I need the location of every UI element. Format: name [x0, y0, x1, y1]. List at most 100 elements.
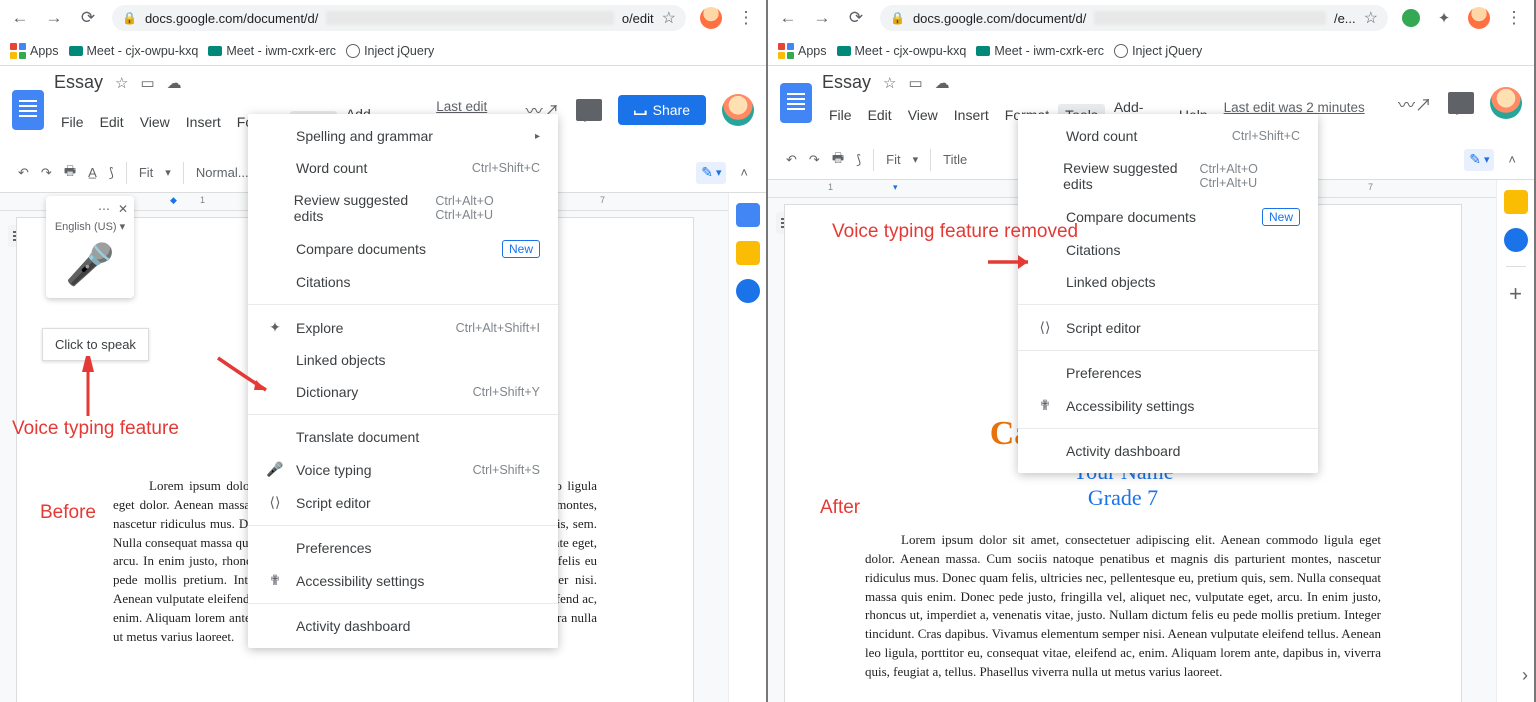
menu-view[interactable]: View — [133, 111, 177, 133]
spellcheck-icon[interactable]: A̲ — [88, 165, 97, 180]
print-icon[interactable]: 🖶 — [832, 149, 844, 171]
tools-item[interactable]: ✟Accessibility settings — [248, 564, 558, 597]
voice-close-icon[interactable]: ✕ — [118, 202, 128, 216]
extension-icon[interactable] — [1402, 9, 1420, 27]
paint-icon[interactable]: ⟆ — [856, 152, 861, 168]
star-icon[interactable]: ☆ — [1364, 8, 1378, 28]
menu-insert[interactable]: Insert — [179, 111, 228, 133]
print-icon[interactable]: 🖶 — [64, 162, 76, 184]
tools-item[interactable]: Citations — [1018, 234, 1318, 266]
tools-item[interactable]: ⟨⟩Script editor — [248, 486, 558, 519]
bookmark-meet1[interactable]: Meet - cjx-owpu-kxq — [837, 44, 967, 58]
docs-logo-icon[interactable] — [12, 90, 44, 130]
profile-avatar[interactable] — [700, 7, 722, 29]
reload-icon[interactable]: ⟳ — [846, 8, 866, 28]
bookmark-inject[interactable]: Inject jQuery — [1114, 44, 1202, 58]
bookmark-meet1[interactable]: Meet - cjx-owpu-kxq — [69, 44, 199, 58]
account-avatar[interactable] — [1490, 87, 1522, 119]
sidebar-keep-icon[interactable] — [1504, 190, 1528, 214]
tools-item[interactable]: Activity dashboard — [1018, 435, 1318, 467]
chrome-menu-icon[interactable]: ⋮ — [736, 8, 756, 28]
star-doc-icon[interactable]: ☆ — [115, 74, 128, 92]
tools-item[interactable]: Word countCtrl+Shift+C — [1018, 120, 1318, 152]
bookmark-meet2[interactable]: Meet - iwm-cxrk-erc — [976, 44, 1104, 58]
menu-view[interactable]: View — [901, 104, 945, 126]
tools-item[interactable]: ✟Accessibility settings — [1018, 389, 1318, 422]
move-folder-icon[interactable]: ▭ — [908, 74, 922, 92]
redo-icon[interactable]: ↷ — [41, 165, 52, 181]
reload-icon[interactable]: ⟳ — [78, 8, 98, 28]
docs-logo-icon[interactable] — [780, 83, 812, 123]
bookmark-apps[interactable]: Apps — [778, 43, 827, 59]
sidebar-add-icon[interactable]: + — [1509, 281, 1522, 307]
menu-edit[interactable]: Edit — [861, 104, 899, 126]
undo-icon[interactable]: ↶ — [18, 165, 29, 181]
tools-item[interactable]: ⟨⟩Script editor — [1018, 311, 1318, 344]
extensions-icon[interactable]: ✦ — [1434, 9, 1454, 27]
bookmark-inject[interactable]: Inject jQuery — [346, 44, 434, 58]
tools-item[interactable]: Preferences — [248, 532, 558, 564]
star-icon[interactable]: ☆ — [662, 8, 676, 28]
tools-item[interactable]: Translate document — [248, 421, 558, 453]
star-doc-icon[interactable]: ☆ — [883, 74, 896, 92]
style-select[interactable]: Normal... — [196, 165, 249, 180]
page-next-icon[interactable]: › — [1522, 665, 1528, 686]
tools-item[interactable]: Citations — [248, 266, 558, 298]
account-avatar[interactable] — [722, 94, 754, 126]
forward-icon[interactable]: → — [812, 8, 832, 28]
sidebar-tasks-icon[interactable] — [736, 279, 760, 303]
tools-item[interactable]: Preferences — [1018, 357, 1318, 389]
forward-icon[interactable]: → — [44, 8, 64, 28]
bookmark-meet2[interactable]: Meet - iwm-cxrk-erc — [208, 44, 336, 58]
sidebar-calendar-icon[interactable] — [736, 203, 760, 227]
tools-item[interactable]: 🎤Voice typingCtrl+Shift+S — [248, 453, 558, 486]
comments-icon[interactable] — [1448, 92, 1474, 114]
tools-item[interactable]: Spelling and grammar▸ — [248, 120, 558, 152]
microphone-icon[interactable]: 🎤 — [50, 235, 130, 294]
menu-edit[interactable]: Edit — [93, 111, 131, 133]
comments-icon[interactable] — [576, 99, 602, 121]
doc-body[interactable]: Lorem ipsum dolor sit amet, consectetuer… — [865, 531, 1381, 682]
cloud-icon[interactable]: ☁ — [935, 74, 950, 92]
paint-icon[interactable]: ⟆ — [109, 165, 114, 181]
voice-options-icon[interactable]: ⋯ — [98, 202, 110, 216]
tools-item[interactable]: ✦ExploreCtrl+Alt+Shift+I — [248, 311, 558, 344]
doc-subtitle-grade[interactable]: Grade 7 — [865, 485, 1381, 511]
tools-item[interactable]: Linked objects — [248, 344, 558, 376]
collapse-icon[interactable]: ˄ — [1508, 152, 1516, 167]
style-select[interactable]: Title — [943, 152, 967, 167]
zoom-select[interactable]: Fit — [139, 165, 153, 180]
redo-icon[interactable]: ↷ — [809, 152, 820, 168]
tools-item[interactable]: Compare documentsNew — [1018, 200, 1318, 234]
share-button[interactable]: Share — [618, 95, 706, 125]
undo-icon[interactable]: ↶ — [786, 152, 797, 168]
doc-title[interactable]: Essay — [822, 72, 871, 93]
trend-icon[interactable]: 〰↗ — [1398, 91, 1432, 116]
back-icon[interactable]: ← — [10, 8, 30, 28]
tools-item[interactable]: Compare documentsNew — [248, 232, 558, 266]
tools-item[interactable]: Word countCtrl+Shift+C — [248, 152, 558, 184]
tools-item[interactable]: Linked objects — [1018, 266, 1318, 298]
menu-file[interactable]: File — [822, 104, 859, 126]
profile-avatar[interactable] — [1468, 7, 1490, 29]
voice-language-select[interactable]: English (US) ▾ — [50, 218, 130, 235]
tools-item[interactable]: Review suggested editsCtrl+Alt+O Ctrl+Al… — [248, 184, 558, 232]
chrome-menu-icon[interactable]: ⋮ — [1504, 8, 1524, 28]
move-folder-icon[interactable]: ▭ — [140, 74, 154, 92]
back-icon[interactable]: ← — [778, 8, 798, 28]
address-bar[interactable]: 🔒 docs.google.com/document/d/ /e... ☆ — [880, 5, 1388, 31]
doc-title[interactable]: Essay — [54, 72, 103, 93]
bookmark-apps[interactable]: Apps — [10, 43, 59, 59]
menu-file[interactable]: File — [54, 111, 91, 133]
cloud-icon[interactable]: ☁ — [167, 74, 182, 92]
voice-typing-box[interactable]: ⋯ ✕ English (US) ▾ 🎤 — [46, 196, 134, 298]
menu-insert[interactable]: Insert — [947, 104, 996, 126]
zoom-select[interactable]: Fit — [886, 152, 900, 167]
address-bar[interactable]: 🔒 docs.google.com/document/d/ o/edit ☆ — [112, 5, 686, 31]
tools-item[interactable]: Activity dashboard — [248, 610, 558, 642]
edit-mode-button[interactable]: ✎ ▾ — [1464, 149, 1494, 171]
sidebar-tasks-icon[interactable] — [1504, 228, 1528, 252]
tools-item[interactable]: DictionaryCtrl+Shift+Y — [248, 376, 558, 408]
sidebar-keep-icon[interactable] — [736, 241, 760, 265]
edit-mode-button[interactable]: ✎ ▾ — [696, 162, 726, 184]
